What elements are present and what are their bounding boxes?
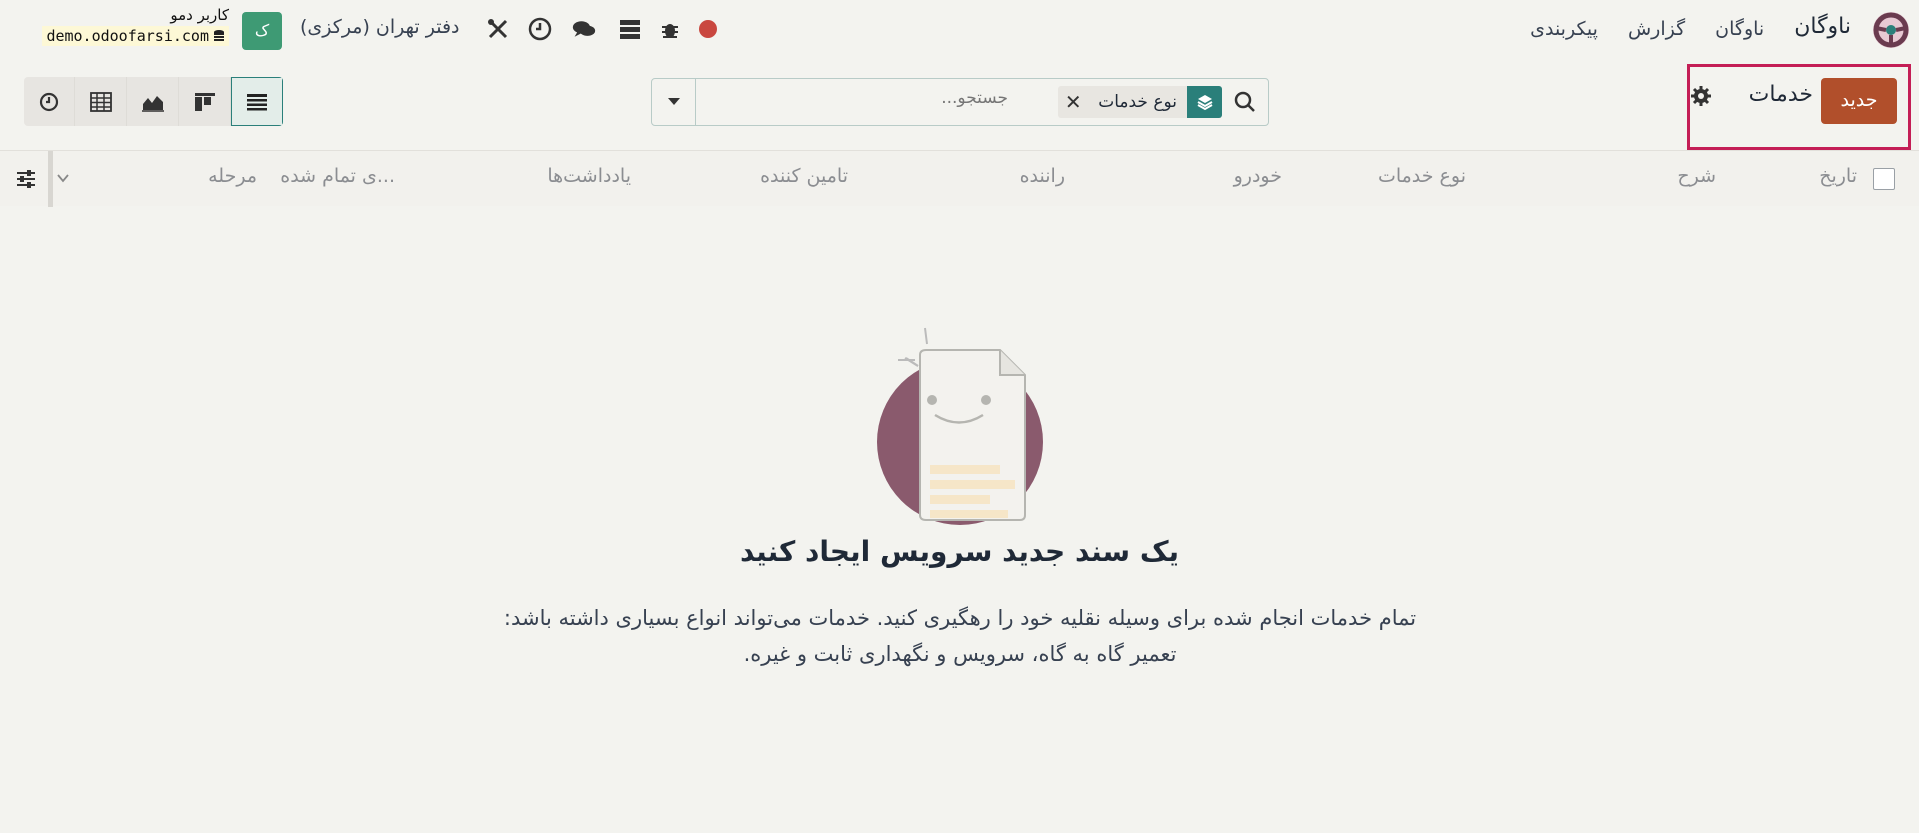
list-header: تاریخ شرح نوع خدمات خودرو راننده تامین ک… bbox=[0, 150, 1919, 207]
clock-icon bbox=[39, 92, 59, 111]
table-icon bbox=[89, 91, 112, 112]
control-panel: جدید خدمات نوع خدمات ✕ bbox=[0, 57, 1919, 150]
menu-item-reporting[interactable]: گزارش bbox=[1628, 14, 1685, 44]
area-chart-icon bbox=[141, 95, 164, 112]
view-switcher bbox=[24, 77, 283, 126]
menu-item-configuration[interactable]: پیکربندی bbox=[1530, 14, 1598, 44]
new-button[interactable]: جدید bbox=[1821, 78, 1897, 124]
search-bar: نوع خدمات ✕ bbox=[651, 78, 1269, 126]
kanban-icon bbox=[194, 92, 215, 111]
empty-state-description: تمام خدمات انجام شده برای وسیله نقلیه خو… bbox=[503, 606, 1417, 666]
search-input[interactable] bbox=[788, 88, 1008, 108]
column-service-type[interactable]: نوع خدمات bbox=[1378, 165, 1466, 187]
facet-label: نوع خدمات bbox=[1098, 92, 1177, 112]
chat-icon[interactable] bbox=[572, 17, 596, 41]
facet-remove-button[interactable]: ✕ bbox=[1058, 86, 1088, 118]
list-icon bbox=[247, 93, 267, 110]
menu-item-fleet[interactable]: ناوگان bbox=[1715, 14, 1764, 44]
layers-icon bbox=[1187, 86, 1222, 118]
column-date[interactable]: تاریخ bbox=[1819, 165, 1857, 187]
gear-icon[interactable] bbox=[1691, 86, 1711, 106]
column-cost[interactable]: ...ی تمام شده bbox=[280, 165, 395, 187]
view-pivot-button[interactable] bbox=[75, 77, 127, 126]
breadcrumb[interactable]: خدمات bbox=[1749, 82, 1813, 107]
tools-icon[interactable] bbox=[486, 17, 510, 41]
search-icon[interactable] bbox=[1234, 91, 1256, 113]
empty-state-title: یک سند جدید سرویس ایجاد کنید bbox=[739, 535, 1180, 568]
server-icon[interactable] bbox=[618, 17, 642, 41]
database-icon bbox=[214, 30, 224, 41]
select-all-checkbox[interactable] bbox=[1873, 168, 1895, 190]
app-name[interactable]: ناوگان bbox=[1794, 14, 1851, 44]
view-list-button[interactable] bbox=[231, 77, 283, 126]
search-options-toggle[interactable] bbox=[652, 79, 696, 125]
bug-icon[interactable] bbox=[658, 17, 682, 41]
search-facet: نوع خدمات ✕ bbox=[1058, 86, 1222, 118]
user-name: کاربر دمو bbox=[170, 6, 229, 24]
column-driver[interactable]: راننده bbox=[1020, 165, 1065, 187]
chevron-down-icon[interactable] bbox=[56, 171, 70, 185]
column-stage[interactable]: مرحله bbox=[208, 165, 257, 187]
database-name: demo.odoofarsi.com bbox=[42, 26, 229, 46]
column-vehicle[interactable]: خودرو bbox=[1234, 165, 1282, 187]
clock-icon[interactable] bbox=[528, 17, 552, 41]
record-icon[interactable] bbox=[696, 17, 720, 41]
view-graph-button[interactable] bbox=[127, 77, 179, 126]
column-divider bbox=[48, 151, 53, 207]
caret-down-icon bbox=[667, 98, 680, 105]
systray: کاربر دمو demo.odoofarsi.com ک دفتر تهرا… bbox=[0, 0, 740, 57]
company-switcher[interactable]: دفتر تهران (مرکزی) bbox=[300, 16, 460, 38]
view-activity-button[interactable] bbox=[24, 77, 75, 126]
steering-wheel-icon[interactable] bbox=[1871, 10, 1911, 50]
column-description[interactable]: شرح bbox=[1677, 165, 1716, 187]
sliders-icon[interactable] bbox=[14, 167, 38, 191]
database-label: demo.odoofarsi.com bbox=[46, 27, 209, 45]
view-kanban-button[interactable] bbox=[179, 77, 231, 126]
user-menu[interactable]: کاربر دمو demo.odoofarsi.com bbox=[24, 6, 229, 46]
navbar: ناوگان ناوگان گزارش پیکربندی کاربر دمو d… bbox=[0, 0, 1919, 57]
document-smiley-illustration bbox=[877, 327, 1043, 525]
avatar[interactable]: ک bbox=[242, 12, 282, 50]
column-notes[interactable]: یادداشت‌ها bbox=[547, 165, 631, 187]
column-vendor[interactable]: تامین کننده bbox=[760, 165, 848, 187]
